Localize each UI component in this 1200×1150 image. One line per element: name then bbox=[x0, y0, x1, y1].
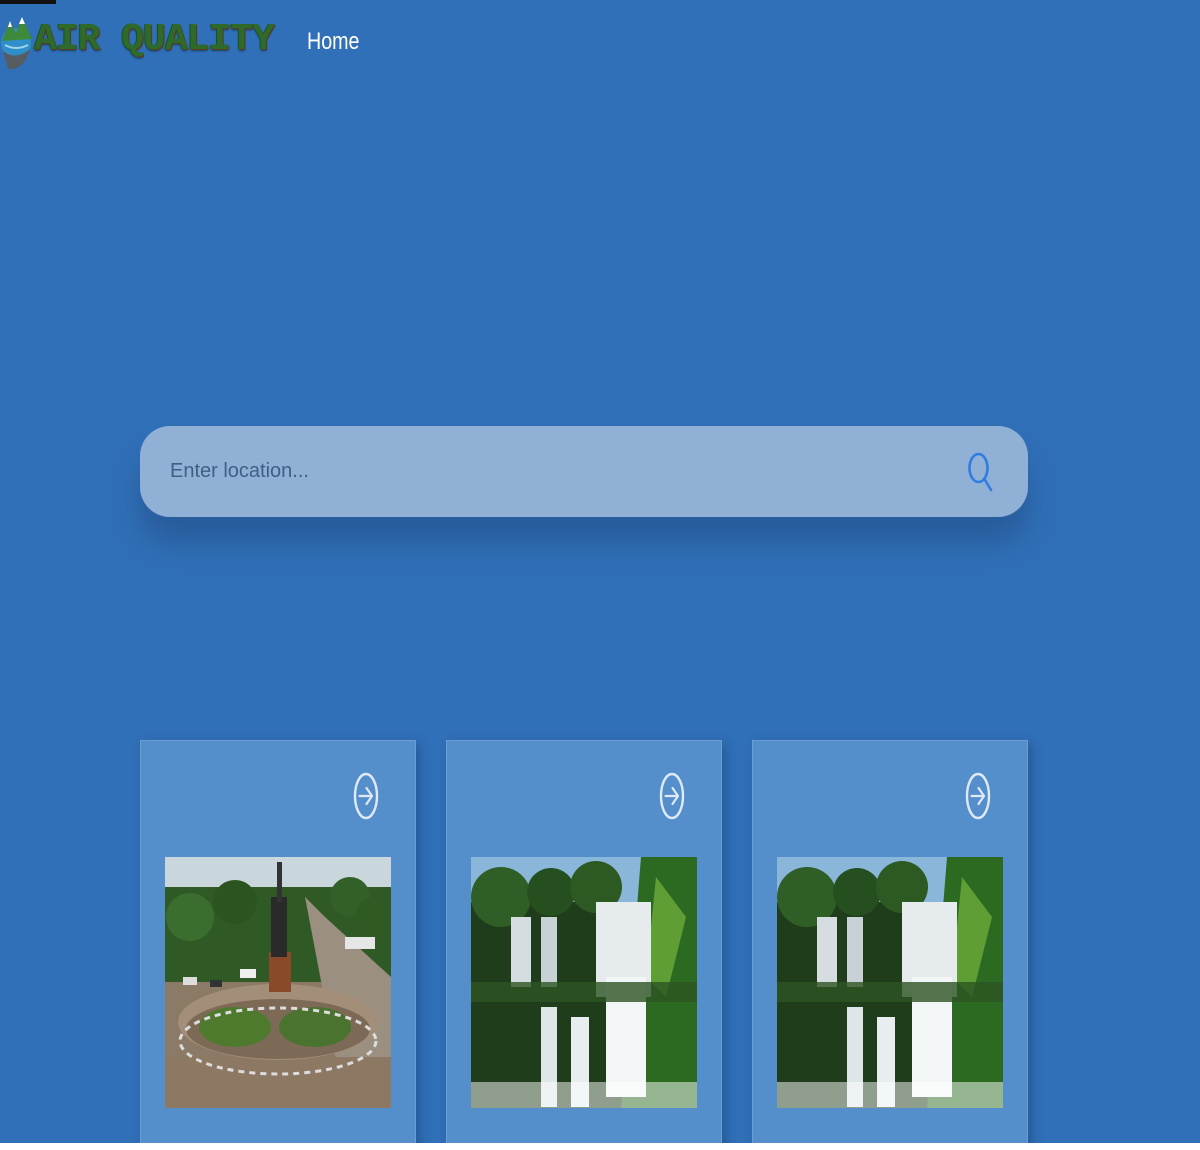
location-search-bar bbox=[140, 426, 1028, 517]
page-bottom-edge bbox=[0, 1143, 1200, 1150]
search-icon bbox=[968, 452, 993, 491]
city-roundabout-photo bbox=[165, 857, 391, 1108]
arrow-circle-right-icon bbox=[965, 772, 991, 820]
waterfall-photo bbox=[471, 857, 697, 1108]
card-open-button[interactable] bbox=[965, 771, 991, 821]
waterfall-photo bbox=[777, 857, 1003, 1108]
location-card[interactable] bbox=[446, 740, 722, 1150]
arrow-circle-right-icon bbox=[353, 772, 379, 820]
card-open-button[interactable] bbox=[659, 771, 685, 821]
location-card[interactable] bbox=[752, 740, 1028, 1150]
site-logo[interactable]: AIR QUALITY bbox=[0, 4, 275, 76]
search-button[interactable] bbox=[960, 449, 1000, 495]
globe-logo-icon bbox=[1, 17, 32, 70]
logo-wordmark: AIR QUALITY bbox=[34, 18, 275, 61]
nav-link-home[interactable]: Home bbox=[307, 28, 360, 56]
top-navigation-bar: AIR QUALITY Home bbox=[0, 0, 1200, 90]
location-card[interactable] bbox=[140, 740, 416, 1150]
card-open-button[interactable] bbox=[353, 771, 379, 821]
arrow-circle-right-icon bbox=[659, 772, 685, 820]
location-search-input[interactable] bbox=[170, 451, 960, 492]
